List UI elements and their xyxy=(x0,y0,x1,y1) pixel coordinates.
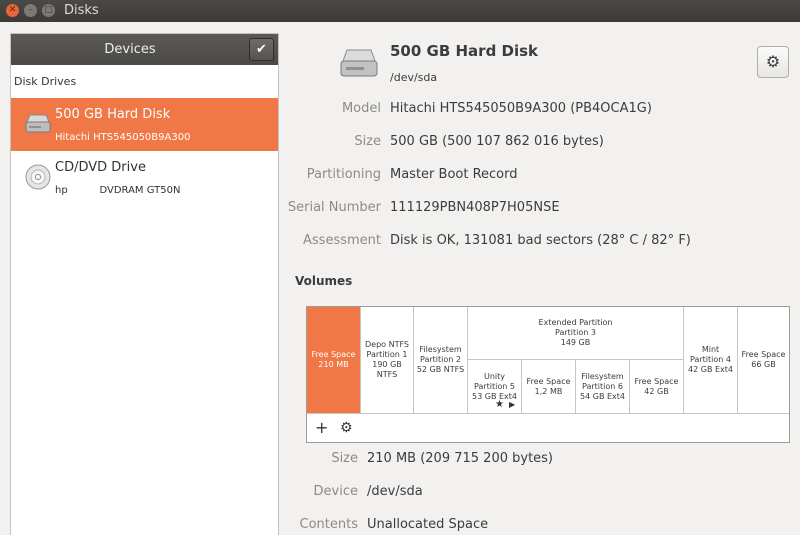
assessment-value: Disk is OK, 131081 bad sectors (28° C / … xyxy=(390,233,691,248)
volume-free-space-1-2mb[interactable]: Free Space 1,2 MB xyxy=(522,360,576,414)
maximize-window-button[interactable]: □ xyxy=(42,4,55,17)
select-checkmark-button[interactable]: ✔ xyxy=(249,38,274,61)
volume-mint-partition-4[interactable]: Mint Partition 4 42 GB Ext4 xyxy=(684,307,738,414)
model-label: Model xyxy=(341,101,381,116)
disk-header-icon xyxy=(338,46,380,85)
partitioning-value: Master Boot Record xyxy=(390,167,518,182)
gear-icon: ⚙ xyxy=(765,52,781,71)
serial-number-label: Serial Number xyxy=(287,200,381,215)
volume-filesystem-partition-6[interactable]: Filesystem Partition 6 54 GB Ext4 xyxy=(576,360,630,414)
assessment-label: Assessment xyxy=(303,233,381,248)
volume-size-label: Size xyxy=(331,451,358,466)
volume-contents-label: Contents xyxy=(299,517,358,532)
sidebar-item-subtitle: hp DVDRAM GT50N xyxy=(55,185,181,196)
volume-filesystem-partition-2[interactable]: Filesystem Partition 2 52 GB NTFS xyxy=(414,307,468,414)
minimize-window-button[interactable]: – xyxy=(24,4,37,17)
volume-contents-value: Unallocated Space xyxy=(367,517,489,532)
create-partition-button[interactable]: + xyxy=(315,418,328,437)
partitioning-label: Partitioning xyxy=(306,167,381,182)
close-window-button[interactable]: ✕ xyxy=(6,4,19,17)
volumes-toolbar: + ⚙ xyxy=(306,414,790,443)
play-icon: ▶ xyxy=(509,400,516,409)
title-bar: ✕ – □ Disks xyxy=(0,0,800,22)
volume-depo-ntfs[interactable]: Depo NTFS Partition 1 190 GB NTFS xyxy=(361,307,414,414)
size-label: Size xyxy=(354,134,381,149)
star-icon: ★ xyxy=(495,399,504,410)
volume-size-value: 210 MB (209 715 200 bytes) xyxy=(367,451,554,466)
volume-free-space-210mb[interactable]: Free Space 210 MB xyxy=(307,307,361,414)
disk-drives-section-label: Disk Drives xyxy=(14,75,77,88)
size-value: 500 GB (500 107 862 016 bytes) xyxy=(390,134,604,149)
partition-settings-gears-icon[interactable]: ⚙ xyxy=(340,420,353,436)
volumes-heading: Volumes xyxy=(295,274,353,288)
drive-settings-button[interactable]: ⚙ xyxy=(757,46,789,78)
disk-title: 500 GB Hard Disk xyxy=(390,42,539,60)
volume-extended-partition[interactable]: Extended Partition Partition 3 149 GB xyxy=(468,307,684,360)
volume-free-space-42gb[interactable]: Free Space 42 GB xyxy=(630,360,684,414)
devices-header: Devices ✔ xyxy=(11,34,278,65)
devices-header-title: Devices xyxy=(104,42,156,57)
volume-free-space-66gb[interactable]: Free Space 66 GB xyxy=(738,307,789,414)
volume-device-value: /dev/sda xyxy=(367,484,423,499)
serial-number-value: 111129PBN408P7H05NSE xyxy=(390,200,560,215)
volume-device-label: Device xyxy=(313,484,358,499)
disk-device-path: /dev/sda xyxy=(390,71,438,84)
window-title: Disks xyxy=(64,3,99,18)
model-value: Hitachi HTS545050B9A300 (PB4OCA1G) xyxy=(390,101,652,116)
